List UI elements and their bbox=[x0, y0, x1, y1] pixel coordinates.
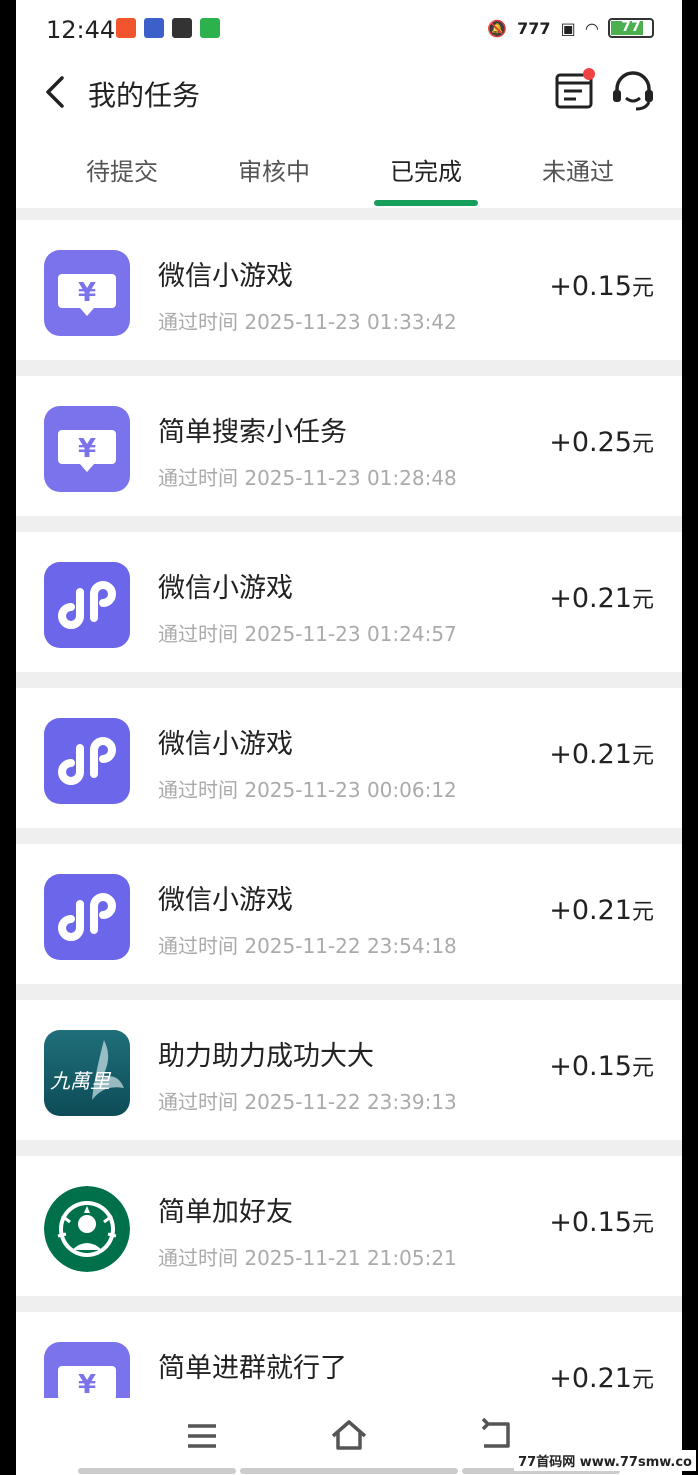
task-approval-time: 通过时间 2025-11-22 23:39:13 bbox=[158, 1090, 457, 1114]
task-approval-time: 通过时间 2025-11-23 01:28:48 bbox=[158, 466, 457, 490]
battery-level: 77 bbox=[621, 19, 641, 35]
sim-icon: ▣ bbox=[560, 18, 576, 38]
task-name: 简单搜索小任务 bbox=[158, 417, 347, 448]
tab-rejected[interactable]: 未通过 bbox=[518, 152, 638, 187]
mini-program-icon bbox=[44, 718, 130, 804]
task-card[interactable]: 微信小游戏 通过时间 2025-11-23 01:24:57 +0.21元 bbox=[16, 532, 682, 672]
svg-text:¥: ¥ bbox=[78, 434, 96, 464]
gesture-bar bbox=[240, 1468, 458, 1474]
tab-pending-submit[interactable]: 待提交 bbox=[62, 152, 182, 187]
svg-text:¥: ¥ bbox=[78, 1370, 96, 1400]
status-time: 12:44 bbox=[46, 16, 116, 44]
back-nav-icon[interactable] bbox=[476, 1416, 516, 1456]
bot-notification-icon bbox=[144, 18, 164, 38]
task-name: 简单进群就行了 bbox=[158, 1353, 347, 1384]
notification-badge bbox=[583, 68, 595, 80]
system-icons: 🔕 777 ▣ ◠ 77 bbox=[487, 18, 654, 38]
task-name: 微信小游戏 bbox=[158, 573, 293, 604]
task-card[interactable]: ¥ 微信小游戏 通过时间 2025-11-23 01:33:42 +0.15元 bbox=[16, 220, 682, 360]
yuan-chat-icon: ¥ bbox=[44, 406, 130, 492]
task-card[interactable]: 微信小游戏 通过时间 2025-11-23 00:06:12 +0.21元 bbox=[16, 688, 682, 828]
task-name: 微信小游戏 bbox=[158, 885, 293, 916]
back-arrow-icon[interactable] bbox=[38, 72, 78, 112]
yuan-chat-icon: ¥ bbox=[44, 250, 130, 336]
calendar-notification-icon bbox=[200, 18, 220, 38]
task-name: 简单加好友 bbox=[158, 1197, 293, 1228]
app-notification-icon bbox=[116, 18, 136, 38]
watermark-text: 77首码网 www.77smw.co bbox=[514, 1450, 696, 1471]
task-approval-time: 通过时间 2025-11-22 23:54:18 bbox=[158, 934, 457, 958]
active-tab-indicator bbox=[374, 200, 478, 206]
app-screen: 12:44 🔕 777 ▣ ◠ 77 我的任务 待提交 审核中 已完成 未通过 … bbox=[16, 0, 682, 1475]
task-reward: +0.21元 bbox=[549, 1363, 654, 1394]
task-approval-time: 通过时间 2025-11-23 00:06:12 bbox=[158, 778, 457, 802]
top-app-bar: 我的任务 bbox=[16, 60, 682, 124]
task-card[interactable]: 简单加好友 通过时间 2025-11-21 21:05:21 +0.15元 bbox=[16, 1156, 682, 1296]
task-reward: +0.21元 bbox=[549, 583, 654, 614]
task-approval-time: 通过时间 2025-11-23 01:33:42 bbox=[158, 310, 457, 334]
task-card[interactable]: 微信小游戏 通过时间 2025-11-22 23:54:18 +0.21元 bbox=[16, 844, 682, 984]
jiuwanli-logo-icon: 九萬里 bbox=[44, 1030, 130, 1116]
svg-text:¥: ¥ bbox=[78, 278, 96, 308]
page-title: 我的任务 bbox=[88, 79, 201, 112]
signal-icon: 777 bbox=[517, 18, 551, 38]
task-reward: +0.25元 bbox=[549, 427, 654, 458]
mini-program-icon bbox=[44, 874, 130, 960]
battery-icon: 77 bbox=[608, 18, 654, 38]
task-card[interactable]: ¥ 简单搜索小任务 通过时间 2025-11-23 01:28:48 +0.25… bbox=[16, 376, 682, 516]
task-name: 助力助力成功大大 bbox=[158, 1041, 374, 1072]
mail-notification-icon bbox=[172, 18, 192, 38]
starbucks-logo-icon bbox=[44, 1186, 130, 1272]
mini-program-icon bbox=[44, 562, 130, 648]
tab-completed[interactable]: 已完成 bbox=[366, 152, 486, 187]
status-bar: 12:44 🔕 777 ▣ ◠ 77 bbox=[16, 0, 682, 60]
task-name: 微信小游戏 bbox=[158, 261, 293, 292]
task-card[interactable]: 九萬里 助力助力成功大大 通过时间 2025-11-22 23:39:13 +0… bbox=[16, 1000, 682, 1140]
task-list-icon[interactable] bbox=[554, 68, 596, 112]
task-reward: +0.15元 bbox=[549, 1051, 654, 1082]
status-tabs: 待提交 审核中 已完成 未通过 bbox=[16, 124, 682, 208]
task-approval-time: 通过时间 2025-11-23 01:24:57 bbox=[158, 622, 457, 646]
tab-in-review[interactable]: 审核中 bbox=[214, 152, 334, 187]
task-reward: +0.21元 bbox=[549, 895, 654, 926]
task-name: 微信小游戏 bbox=[158, 729, 293, 760]
task-reward: +0.15元 bbox=[549, 1207, 654, 1238]
svg-text:九萬里: 九萬里 bbox=[50, 1069, 112, 1093]
notification-icons bbox=[116, 18, 220, 38]
wifi-icon: ◠ bbox=[585, 18, 598, 38]
task-approval-time: 通过时间 2025-11-21 21:05:21 bbox=[158, 1246, 457, 1270]
menu-icon[interactable] bbox=[182, 1416, 222, 1456]
task-reward: +0.15元 bbox=[549, 271, 654, 302]
mute-icon: 🔕 bbox=[487, 18, 508, 38]
task-reward: +0.21元 bbox=[549, 739, 654, 770]
home-icon[interactable] bbox=[329, 1416, 369, 1456]
customer-service-icon[interactable] bbox=[610, 68, 656, 114]
gesture-bar bbox=[78, 1468, 236, 1474]
